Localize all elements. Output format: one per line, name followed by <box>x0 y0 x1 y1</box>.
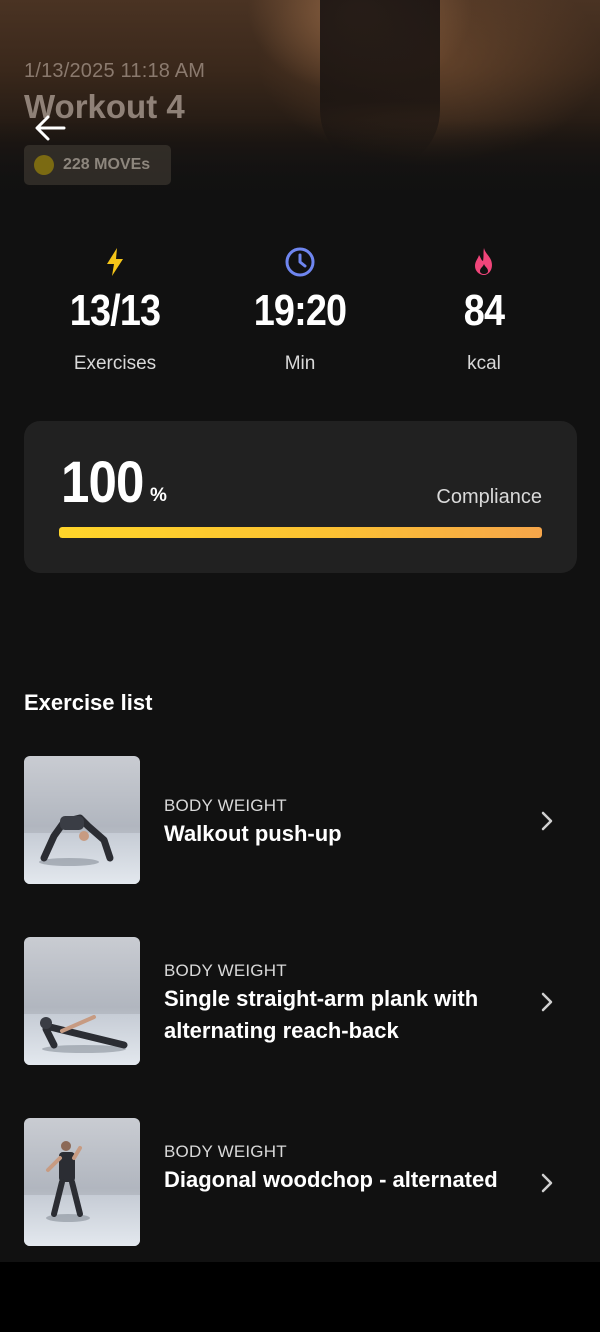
exercise-list-item[interactable]: BODY WEIGHT Single straight-arm plank wi… <box>24 937 576 1067</box>
compliance-progress-fill <box>59 527 542 538</box>
exercise-thumbnail <box>24 937 140 1065</box>
stat-exercises-value: 13/13 <box>69 286 161 335</box>
workout-datetime: 1/13/2025 11:18 AM <box>24 60 206 82</box>
flame-icon <box>475 248 492 275</box>
exercise-list-item[interactable]: BODY WEIGHT Diagonal woodchop - alternat… <box>24 1118 576 1248</box>
exercise-list-title: Exercise list <box>24 690 153 715</box>
stat-calories-label: kcal <box>467 353 501 374</box>
exercise-category: BODY WEIGHT <box>164 961 287 980</box>
moves-badge: 228 MOVEs <box>24 145 171 185</box>
exercise-thumbnail <box>24 756 140 884</box>
chevron-right-icon <box>541 992 553 1012</box>
exercise-name: Diagonal woodchop - alternated <box>164 1167 498 1192</box>
moves-coin-icon <box>34 155 54 175</box>
clock-icon <box>285 247 315 277</box>
stat-time-value: 19:20 <box>253 286 347 335</box>
stat-calories: 84 kcal <box>389 245 579 375</box>
chevron-right-icon <box>541 811 553 831</box>
arrow-left-icon <box>35 115 66 141</box>
moves-count: 228 MOVEs <box>63 156 151 173</box>
exercise-list-item[interactable]: BODY WEIGHT Walkout push-up <box>24 756 576 886</box>
compliance-label: Compliance <box>436 486 542 508</box>
exercise-thumbnail <box>24 1118 140 1246</box>
workout-summary-screen: 1/13/2025 11:18 AM Workout 4 228 MOVEs 1… <box>0 0 600 1262</box>
stat-time-label: Min <box>284 353 316 374</box>
compliance-value: 100 <box>61 450 144 515</box>
stat-exercises-label: Exercises <box>73 353 157 374</box>
chevron-right-icon <box>541 1173 553 1193</box>
exercise-category: BODY WEIGHT <box>164 1142 287 1161</box>
stat-time: 19:20 Min <box>205 245 395 375</box>
lightning-icon <box>107 248 123 276</box>
exercise-category: BODY WEIGHT <box>164 796 287 815</box>
stat-exercises: 13/13 Exercises <box>20 245 210 375</box>
compliance-progress-bar <box>59 527 542 538</box>
back-button[interactable] <box>30 108 74 148</box>
compliance-unit: % <box>150 485 167 506</box>
stat-calories-value: 84 <box>463 286 505 335</box>
system-navigation-bar <box>0 1262 600 1332</box>
exercise-name: Walkout push-up <box>164 821 342 846</box>
exercise-name: Single straight-arm plank with alternati… <box>164 986 479 1043</box>
compliance-card: 100 % Compliance <box>24 421 577 573</box>
